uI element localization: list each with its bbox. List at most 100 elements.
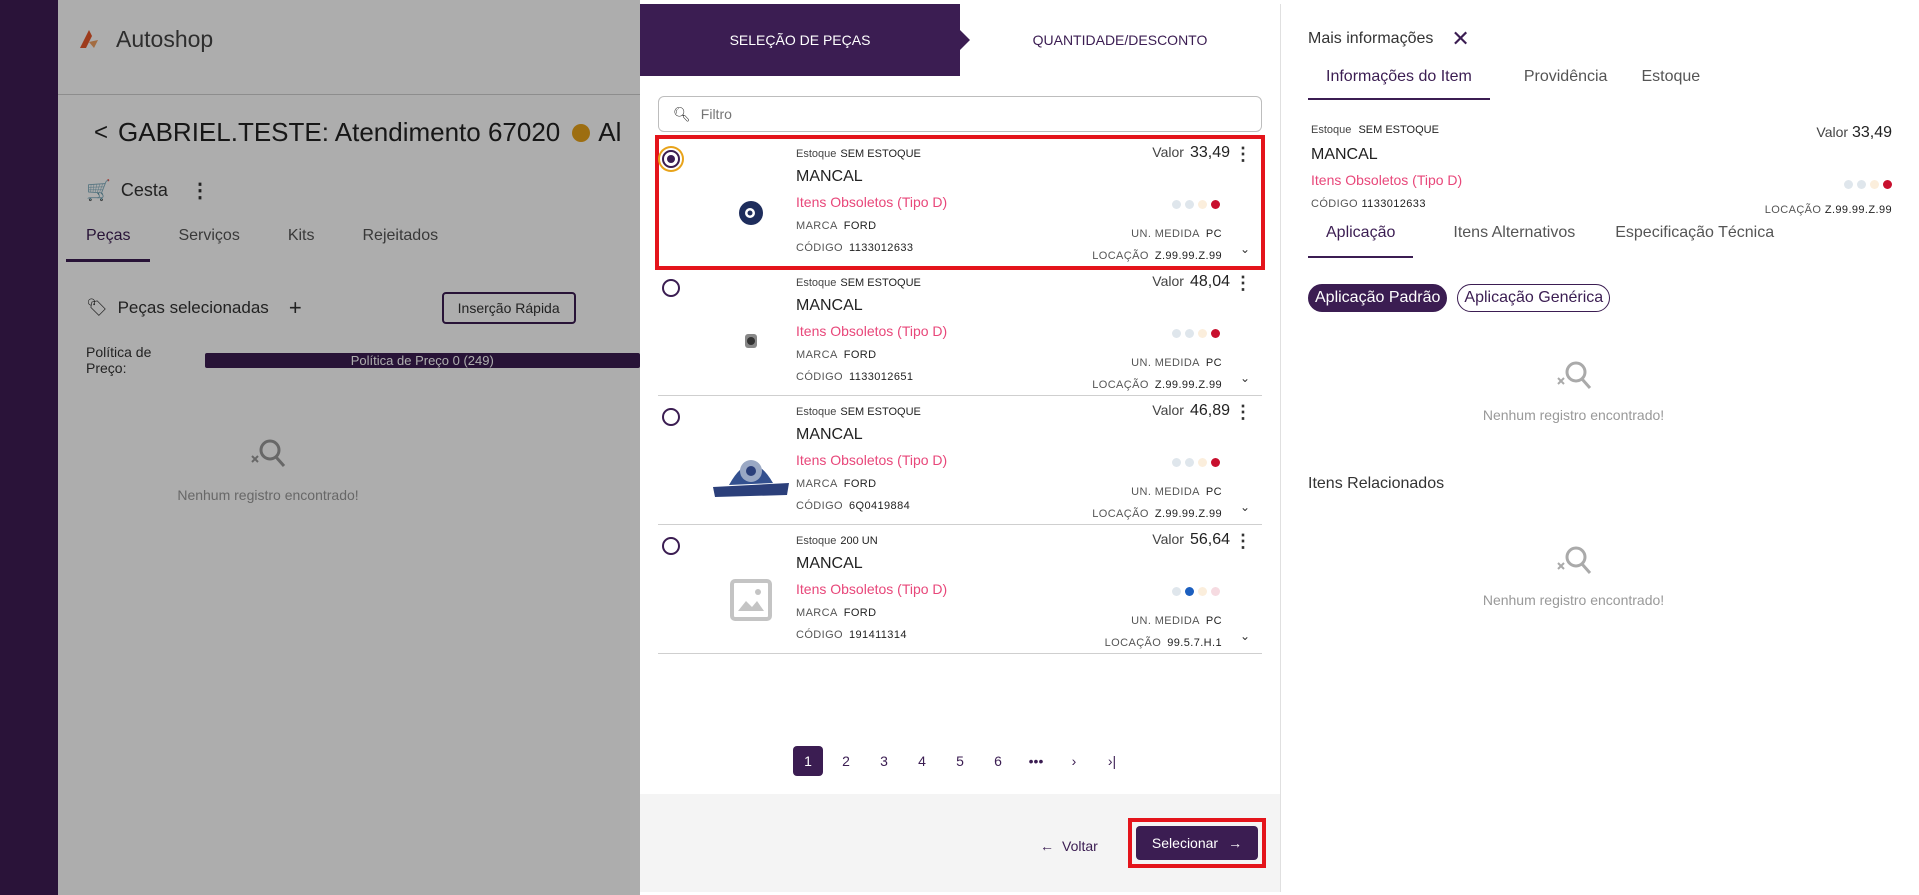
- page-5[interactable]: 5: [945, 746, 975, 776]
- estoque-label: Estoque: [796, 535, 837, 547]
- application-chips: Aplicação Padrão Aplicação Genérica: [1281, 258, 1919, 312]
- related-empty-state: Nenhum registro encontrado!: [1281, 543, 1866, 608]
- page-6[interactable]: 6: [983, 746, 1013, 776]
- voltar-label: Voltar: [1062, 838, 1098, 854]
- locacao-value: Z.99.99.Z.99: [1154, 508, 1222, 520]
- related-empty-text: Nenhum registro encontrado!: [1482, 592, 1665, 608]
- page-3[interactable]: 3: [869, 746, 899, 776]
- un-medida-label: UN. MEDIDA: [1131, 486, 1200, 498]
- estoque-value: SEM ESTOQUE: [840, 277, 921, 289]
- valor-label: Valor: [1152, 144, 1184, 160]
- un-medida-label: UN. MEDIDA: [1131, 228, 1200, 240]
- info-locacao-value: Z.99.99.Z.99: [1824, 204, 1892, 216]
- pagination: 1 2 3 4 5 6 ••• › ›|: [640, 746, 1280, 776]
- codigo-value: 191411314: [849, 629, 907, 641]
- arrow-left-icon: ←: [1040, 838, 1054, 854]
- item-radio[interactable]: [662, 150, 680, 168]
- filter-input[interactable]: [700, 106, 1230, 122]
- marca-value: FORD: [843, 478, 877, 490]
- locacao-label: LOCAÇÃO: [1092, 250, 1149, 262]
- codigo-label: CÓDIGO: [796, 500, 844, 512]
- estoque-label: Estoque: [796, 148, 837, 160]
- chevron-down-icon[interactable]: ⌄: [1240, 371, 1250, 385]
- status-dots: [1172, 329, 1220, 338]
- list-item[interactable]: Estoque 200 UN MANCAL Itens Obsoletos (Ti…: [658, 525, 1262, 654]
- info-status-dots: [1844, 180, 1892, 189]
- tab-providencia[interactable]: Providência: [1524, 68, 1608, 100]
- marca-value: FORD: [843, 349, 877, 361]
- chevron-down-icon[interactable]: ⌄: [1240, 500, 1250, 514]
- locacao-value: Z.99.99.Z.99: [1154, 379, 1222, 391]
- application-empty-text: Nenhum registro encontrado!: [1482, 407, 1665, 423]
- info-group: Itens Obsoletos (Tipo D): [1311, 172, 1463, 188]
- list-item[interactable]: Estoque SEM ESTOQUE MANCAL Itens Obsoleto…: [658, 396, 1262, 525]
- details-tabs: Informações do Item Providência Estoque: [1281, 52, 1919, 100]
- tab-informacoes-item[interactable]: Informações do Item: [1308, 68, 1490, 100]
- info-valor-value: 33,49: [1851, 124, 1892, 141]
- step-quantidade-desconto[interactable]: QUANTIDADE/DESCONTO: [960, 4, 1280, 76]
- valor-value: 46,89: [1189, 402, 1230, 419]
- close-icon[interactable]: ✕: [1451, 26, 1469, 52]
- item-name: MANCAL: [796, 297, 863, 314]
- estoque-label: Estoque: [796, 277, 837, 289]
- codigo-value: 6Q0419884: [849, 500, 911, 512]
- item-radio[interactable]: [662, 279, 680, 297]
- voltar-button[interactable]: ← Voltar: [1040, 838, 1098, 854]
- empty-search-icon: [1556, 546, 1591, 574]
- last-page-icon[interactable]: ›|: [1097, 746, 1127, 776]
- item-radio[interactable]: [662, 537, 680, 555]
- marca-label: MARCA: [796, 349, 838, 361]
- image-placeholder-icon: [706, 565, 796, 635]
- item-image: [706, 178, 796, 248]
- chevron-down-icon[interactable]: ⌄: [1240, 629, 1250, 643]
- locacao-value: Z.99.99.Z.99: [1154, 250, 1222, 262]
- marca-label: MARCA: [796, 607, 838, 619]
- parts-selection-panel: SELEÇÃO DE PEÇAS QUANTIDADE/DESCONTO 🔍︎ …: [640, 4, 1280, 892]
- chevron-down-icon[interactable]: ⌄: [1240, 242, 1250, 256]
- tab-aplicacao[interactable]: Aplicação: [1308, 224, 1414, 258]
- status-dots: [1172, 458, 1220, 467]
- tab-estoque[interactable]: Estoque: [1641, 68, 1700, 100]
- filter-box: 🔍︎: [658, 96, 1262, 132]
- related-title: Itens Relacionados: [1308, 475, 1445, 492]
- locacao-label: LOCAÇÃO: [1104, 637, 1162, 649]
- info-estoque-label: Estoque: [1311, 124, 1352, 136]
- list-item[interactable]: Estoque SEM ESTOQUE MANCAL Itens Obsoleto…: [658, 267, 1262, 396]
- next-page-icon[interactable]: ›: [1059, 746, 1089, 776]
- stepper: SELEÇÃO DE PEÇAS QUANTIDADE/DESCONTO: [640, 4, 1280, 76]
- status-dots: [1172, 200, 1220, 209]
- un-medida-label: UN. MEDIDA: [1131, 615, 1200, 627]
- status-dots: [1172, 587, 1220, 596]
- item-info: Estoque SEM ESTOQUE Valor 33,49 MANCAL I…: [1311, 124, 1892, 224]
- info-name: MANCAL: [1311, 146, 1378, 163]
- un-medida-value: PC: [1205, 357, 1222, 369]
- locacao-label: LOCAÇÃO: [1092, 508, 1149, 520]
- details-header: Mais informações ✕: [1281, 4, 1919, 52]
- item-menu-icon[interactable]: ⋮: [1234, 531, 1252, 552]
- page-1[interactable]: 1: [793, 746, 823, 776]
- estoque-value: 200 UN: [840, 535, 878, 547]
- chip-aplicacao-padrao[interactable]: Aplicação Padrão: [1308, 284, 1448, 312]
- valor-label: Valor: [1152, 402, 1184, 418]
- tab-itens-alternativos[interactable]: Itens Alternativos: [1453, 224, 1575, 258]
- marca-value: FORD: [843, 220, 877, 232]
- chip-aplicacao-generica[interactable]: Aplicação Genérica: [1457, 284, 1611, 312]
- selecionar-button[interactable]: Selecionar →: [1136, 826, 1258, 860]
- step-selecao-pecas[interactable]: SELEÇÃO DE PEÇAS: [640, 4, 970, 76]
- list-item[interactable]: Estoque SEM ESTOQUE MANCAL Itens Obsoleto…: [655, 135, 1265, 270]
- un-medida-value: PC: [1205, 228, 1222, 240]
- details-panel: Mais informações ✕ Informações do Item P…: [1280, 4, 1919, 892]
- item-image: [706, 436, 796, 506]
- item-radio[interactable]: [662, 408, 680, 426]
- item-menu-icon[interactable]: ⋮: [1234, 402, 1252, 423]
- item-menu-icon[interactable]: ⋮: [1234, 273, 1252, 294]
- info-locacao-label: LOCAÇÃO: [1764, 204, 1822, 216]
- tab-especificacao-tecnica[interactable]: Especificação Técnica: [1615, 224, 1774, 258]
- page-ellipsis[interactable]: •••: [1021, 746, 1051, 776]
- parts-list: Estoque SEM ESTOQUE MANCAL Itens Obsoleto…: [655, 135, 1265, 654]
- item-name: MANCAL: [796, 555, 863, 572]
- item-name: MANCAL: [796, 168, 863, 185]
- page-4[interactable]: 4: [907, 746, 937, 776]
- item-menu-icon[interactable]: ⋮: [1234, 144, 1252, 165]
- page-2[interactable]: 2: [831, 746, 861, 776]
